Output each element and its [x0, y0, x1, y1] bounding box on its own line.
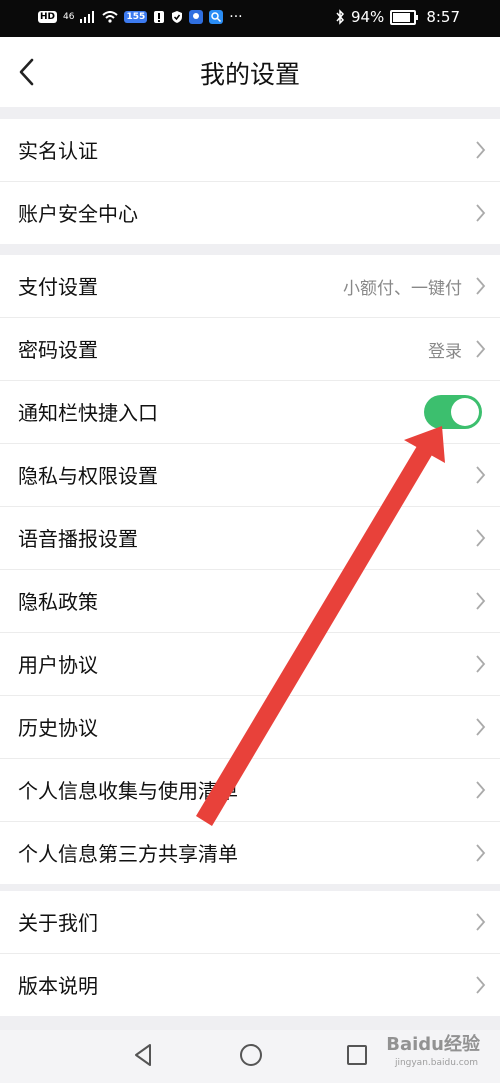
row-label: 关于我们	[18, 911, 98, 935]
app-icon	[189, 10, 204, 24]
chevron-right-icon	[476, 913, 486, 931]
search-app-icon	[209, 10, 224, 24]
section-settings: 支付设置 小额付、一键付 密码设置 登录 通知栏快捷入口 隐私与权限设置 语音播…	[0, 255, 500, 884]
bluetooth-icon	[336, 9, 344, 25]
watermark-url: jingyan.baidu.com	[394, 1058, 478, 1068]
chevron-right-icon	[476, 655, 486, 673]
chevron-right-icon	[476, 529, 486, 547]
battery-level	[393, 12, 411, 22]
alert-icon	[154, 11, 165, 23]
row-label: 密码设置	[18, 338, 98, 362]
settings-row-privacy-permissions[interactable]: 隐私与权限设置	[0, 444, 500, 507]
chevron-right-icon	[476, 718, 486, 736]
row-label: 个人信息收集与使用清单	[18, 779, 238, 803]
chevron-right-icon	[476, 781, 486, 799]
page-title: 我的设置	[199, 60, 300, 89]
row-label: 版本说明	[18, 974, 98, 998]
row-label: 实名认证	[18, 139, 98, 163]
chevron-right-icon	[476, 204, 486, 222]
nav-recents-icon[interactable]	[345, 1042, 369, 1068]
chevron-right-icon	[476, 976, 486, 994]
row-value: 小额付、一键付	[343, 279, 462, 299]
network-type-label: 46	[63, 12, 75, 22]
chevron-right-icon	[476, 340, 486, 358]
row-label: 账户安全中心	[18, 202, 138, 226]
signal-icon	[80, 11, 95, 23]
row-label: 隐私与权限设置	[18, 464, 158, 488]
chevron-right-icon	[476, 277, 486, 295]
battery-icon	[390, 9, 419, 25]
row-label: 支付设置	[18, 275, 98, 299]
nav-back-icon[interactable]	[132, 1042, 154, 1068]
settings-row-password[interactable]: 密码设置 登录	[0, 318, 500, 381]
chevron-right-icon	[476, 844, 486, 862]
watermark-logo: Baidu经验	[386, 1034, 480, 1055]
section-about: 关于我们 版本说明	[0, 891, 500, 1016]
settings-row-user-agreement[interactable]: 用户协议	[0, 633, 500, 696]
settings-row-voice-broadcast[interactable]: 语音播报设置	[0, 507, 500, 570]
nav-home-icon[interactable]	[238, 1042, 264, 1068]
settings-row-notification-shortcut: 通知栏快捷入口	[0, 381, 500, 444]
toggle-knob	[451, 398, 479, 426]
wifi-icon	[102, 11, 119, 23]
app-badge-icon: 155	[124, 11, 148, 23]
row-value: 登录	[428, 342, 462, 362]
settings-row-about-us[interactable]: 关于我们	[0, 891, 500, 954]
status-bar: HD 46 155 ··· 94% 8:57	[0, 0, 500, 37]
settings-row-payment[interactable]: 支付设置 小额付、一键付	[0, 255, 500, 318]
row-label: 个人信息第三方共享清单	[18, 842, 238, 866]
battery-percent: 94%	[350, 8, 385, 26]
chevron-right-icon	[476, 141, 486, 159]
settings-row-version-notes[interactable]: 版本说明	[0, 954, 500, 1016]
row-label: 隐私政策	[18, 590, 98, 614]
row-label: 通知栏快捷入口	[18, 401, 158, 425]
status-right-icons: 94% 8:57	[335, 8, 460, 26]
chevron-right-icon	[476, 466, 486, 484]
more-notifications-icon: ···	[229, 9, 243, 25]
section-account: 实名认证 账户安全中心	[0, 119, 500, 244]
header: 我的设置	[0, 37, 500, 107]
settings-row-privacy-policy[interactable]: 隐私政策	[0, 570, 500, 633]
hd-badge: HD	[38, 11, 58, 23]
row-label: 用户协议	[18, 653, 98, 677]
chevron-right-icon	[476, 592, 486, 610]
clock: 8:57	[426, 8, 460, 26]
row-label: 语音播报设置	[18, 527, 138, 551]
row-label: 历史协议	[18, 716, 98, 740]
notification-shortcut-toggle[interactable]	[424, 395, 482, 429]
status-left-icons: HD 46 155 ···	[38, 9, 243, 25]
settings-row-real-name[interactable]: 实名认证	[0, 119, 500, 182]
settings-row-history-agreements[interactable]: 历史协议	[0, 696, 500, 759]
settings-row-info-collection-list[interactable]: 个人信息收集与使用清单	[0, 759, 500, 822]
settings-row-account-security[interactable]: 账户安全中心	[0, 182, 500, 244]
shield-icon	[172, 11, 183, 23]
settings-row-third-party-sharing-list[interactable]: 个人信息第三方共享清单	[0, 822, 500, 884]
